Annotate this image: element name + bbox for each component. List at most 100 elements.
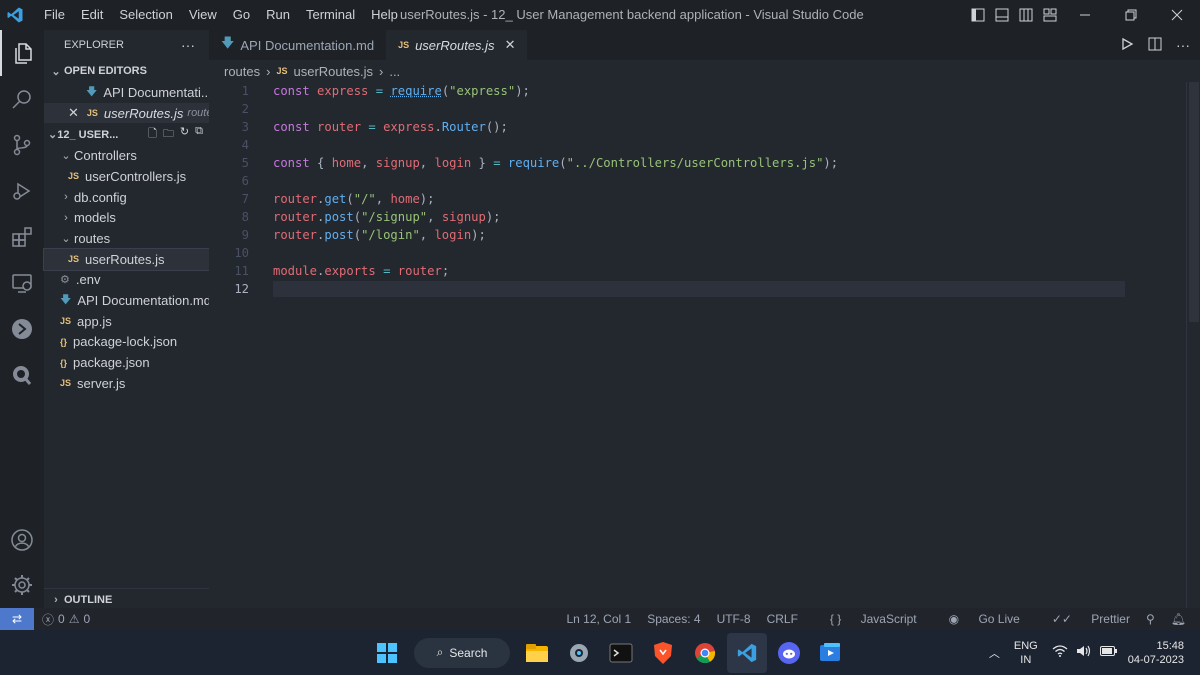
tree-file-package-lock[interactable]: {} package-lock.json xyxy=(44,332,209,353)
notifications-bell-icon[interactable]: 🔔︎ xyxy=(1171,612,1186,626)
go-live-button[interactable]: ◉ Go Live xyxy=(933,612,1020,626)
run-icon[interactable] xyxy=(1120,37,1134,54)
restore-button[interactable] xyxy=(1108,0,1154,30)
discord-icon[interactable] xyxy=(769,633,809,673)
file-explorer-icon[interactable] xyxy=(517,633,557,673)
code-line: 6 xyxy=(241,174,249,188)
new-file-icon[interactable]: 🗋 xyxy=(148,125,157,144)
toggle-secondary-sidebar-icon[interactable] xyxy=(1014,0,1038,30)
explorer-sidebar: EXPLORER ··· ⌄ OPEN EDITORS 🡇 API Documen… xyxy=(43,30,210,610)
close-window-button[interactable] xyxy=(1154,0,1200,30)
chrome-browser-icon[interactable] xyxy=(685,633,725,673)
tree-file-package[interactable]: {} package.json xyxy=(44,352,209,373)
tree-file-app[interactable]: JS app.js xyxy=(44,311,209,332)
indentation[interactable]: Spaces: 4 xyxy=(647,612,700,626)
new-folder-icon[interactable]: 🗀 xyxy=(163,125,174,144)
tree-file-userroutes[interactable]: JS userRoutes.js xyxy=(43,247,210,271)
menu-selection[interactable]: Selection xyxy=(111,0,180,30)
minimize-button[interactable] xyxy=(1062,0,1108,30)
code-line: 4 xyxy=(241,138,249,152)
close-icon[interactable]: ✕ xyxy=(68,105,79,121)
brave-browser-icon[interactable] xyxy=(643,633,683,673)
editor-tabs: 🡇 API Documentation.md JS userRoutes.js … xyxy=(209,30,1200,60)
folder-section[interactable]: ⌄12_ USER... 🗋 🗀 ↻ ⧉ xyxy=(44,123,209,145)
prettier-status[interactable]: ✓✓ Prettier xyxy=(1036,612,1130,626)
volume-icon[interactable] xyxy=(1076,645,1092,660)
status-bar: ⇄ ⓧ 0 ⚠ 0 Ln 12, Col 1 Spaces: 4 UTF-8 CRL… xyxy=(0,608,1200,630)
open-editor-api-doc[interactable]: 🡇 API Documentati... xyxy=(44,82,209,103)
remote-explorer-icon[interactable] xyxy=(0,260,44,306)
split-editor-icon[interactable] xyxy=(1148,37,1162,54)
tree-folder-dbconfig[interactable]: › db.config xyxy=(44,187,209,208)
editor-scrollbar[interactable] xyxy=(1186,82,1200,608)
tree-folder-controllers[interactable]: ⌄ Controllers xyxy=(44,145,209,166)
settings-gear-icon[interactable] xyxy=(0,562,44,608)
search-icon[interactable] xyxy=(0,76,44,122)
accounts-icon[interactable] xyxy=(0,517,44,563)
close-tab-icon[interactable]: ✕ xyxy=(505,37,516,53)
code-line: 9 router.post("/login", login); xyxy=(241,228,486,242)
menu-go[interactable]: Go xyxy=(225,0,258,30)
toggle-sidebar-icon[interactable] xyxy=(966,0,990,30)
tree-file-env[interactable]: ⚙ .env xyxy=(44,270,209,291)
media-player-icon[interactable] xyxy=(811,633,851,673)
window-title: userRoutes.js - 12_ User Management back… xyxy=(400,7,864,22)
open-editors-section[interactable]: ⌄ OPEN EDITORS xyxy=(44,60,209,82)
menu-edit[interactable]: Edit xyxy=(73,0,111,30)
breadcrumb-symbol[interactable]: ... xyxy=(389,64,400,79)
breadcrumb-file[interactable]: userRoutes.js xyxy=(294,64,373,79)
menu-run[interactable]: Run xyxy=(258,0,298,30)
run-debug-icon[interactable] xyxy=(0,168,44,214)
download-arrow-icon: 🡇 xyxy=(60,294,72,307)
refresh-icon[interactable]: ↻ xyxy=(180,125,189,144)
more-actions-icon[interactable]: ··· xyxy=(1176,37,1190,53)
toggle-panel-icon[interactable] xyxy=(990,0,1014,30)
download-arrow-icon: 🡇 xyxy=(221,35,235,50)
windows-start-icon[interactable] xyxy=(367,633,407,673)
problems-indicator[interactable]: ⓧ 0 ⚠ 0 xyxy=(42,611,90,628)
tree-folder-routes[interactable]: ⌄ routes xyxy=(44,228,209,249)
settings-app-icon[interactable] xyxy=(559,633,599,673)
menu-file[interactable]: File xyxy=(36,0,73,30)
breadcrumb-folder[interactable]: routes xyxy=(224,64,260,79)
chevron-right-icon: › xyxy=(378,63,384,79)
chevron-up-icon[interactable]: ︿ xyxy=(989,645,1000,661)
more-actions-icon[interactable]: ··· xyxy=(181,37,195,53)
collapse-all-icon[interactable]: ⧉ xyxy=(195,125,203,144)
feedback-icon[interactable]: ⚲ xyxy=(1146,612,1155,626)
customize-layout-icon[interactable] xyxy=(1038,0,1062,30)
chevron-down-icon: ⌄ xyxy=(61,232,71,245)
explorer-icon[interactable] xyxy=(0,30,44,76)
quokka-icon[interactable] xyxy=(0,352,44,398)
tree-file-api-doc[interactable]: 🡇 API Documentation.md xyxy=(44,290,209,311)
language-mode[interactable]: { } JavaScript xyxy=(814,612,917,626)
tree-file-usercontrollers[interactable]: JS userControllers.js xyxy=(44,166,209,187)
source-control-icon[interactable] xyxy=(0,122,44,168)
wifi-icon[interactable] xyxy=(1052,645,1068,660)
code-line: 8 router.post("/signup", signup); xyxy=(241,210,501,224)
tree-file-server[interactable]: JS server.js xyxy=(44,373,209,394)
battery-icon[interactable] xyxy=(1099,646,1118,659)
menu-terminal[interactable]: Terminal xyxy=(298,0,363,30)
taskbar-search-button[interactable]: ⌕ Search xyxy=(414,637,510,668)
code-editor[interactable]: 1 const express = require("express"); 2 3… xyxy=(209,82,1200,608)
encoding[interactable]: UTF-8 xyxy=(717,612,751,626)
outline-section[interactable]: › OUTLINE xyxy=(44,588,209,610)
open-editor-userroutes[interactable]: ✕ JS userRoutes.js routes xyxy=(44,102,209,124)
clock[interactable]: 15:48 04-07-2023 xyxy=(1128,639,1184,667)
terminal-app-icon[interactable] xyxy=(601,633,641,673)
vscode-taskbar-icon[interactable] xyxy=(727,632,767,673)
menu-view[interactable]: View xyxy=(181,0,225,30)
cursor-position[interactable]: Ln 12, Col 1 xyxy=(566,612,631,626)
gear-icon: ⚙ xyxy=(60,274,70,287)
remote-indicator-icon[interactable]: ⇄ xyxy=(0,608,34,630)
line-ending[interactable]: CRLF xyxy=(767,612,798,626)
extensions-icon[interactable] xyxy=(0,214,44,260)
live-share-icon[interactable] xyxy=(0,306,44,352)
download-arrow-icon: 🡇 xyxy=(86,85,98,98)
tab-userroutes[interactable]: JS userRoutes.js ✕ xyxy=(386,30,528,60)
language-indicator[interactable]: ENG IN xyxy=(1014,639,1038,667)
tab-api-documentation[interactable]: 🡇 API Documentation.md xyxy=(209,30,387,60)
code-line: 11 module.exports = router; xyxy=(234,264,450,278)
tree-folder-models[interactable]: › models xyxy=(44,207,209,228)
